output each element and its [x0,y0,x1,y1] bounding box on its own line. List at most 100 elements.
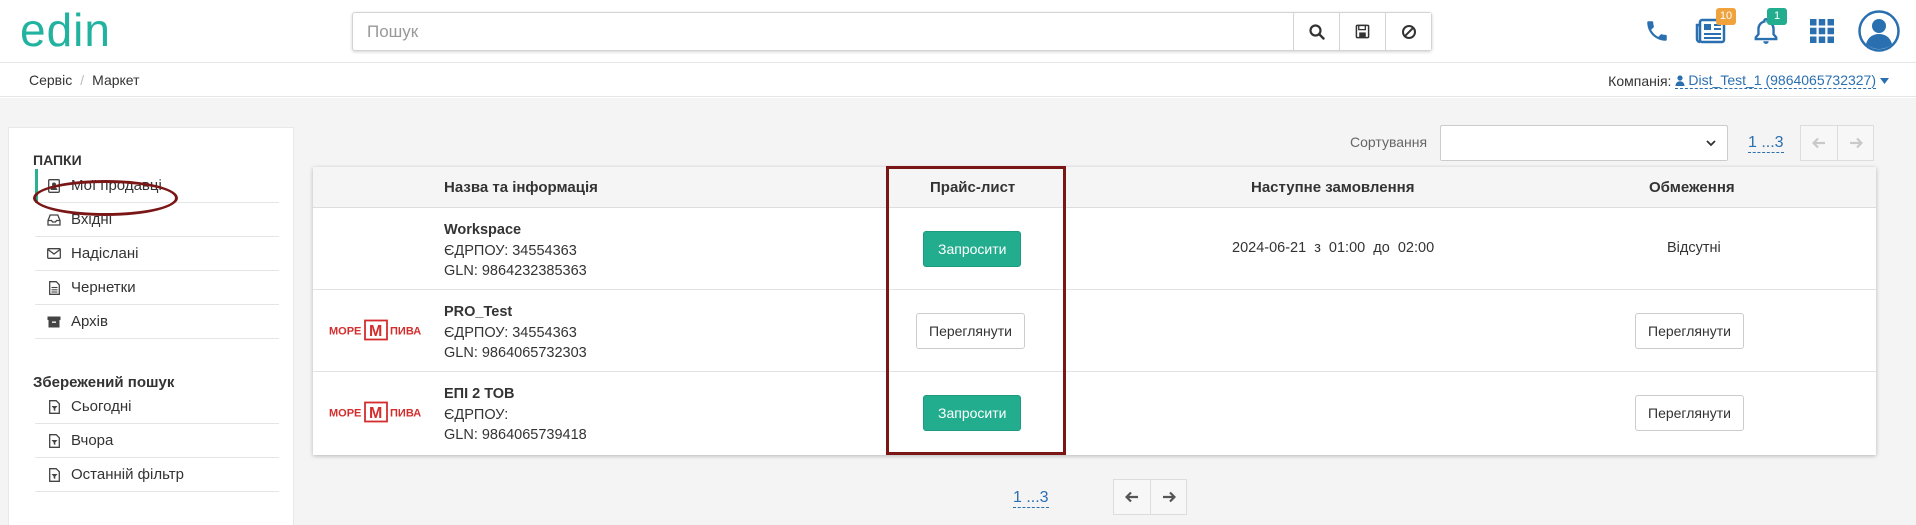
sidebar-item-inbox[interactable]: Вхідні [35,203,279,237]
chevron-down-icon [1706,140,1716,147]
company-name: Dist_Test_1 (9864065732327) [1688,72,1876,88]
next-page-button[interactable] [1837,126,1873,160]
seller-gln: GLN: 9864065739418 [444,427,587,443]
arrow-right-icon [1162,491,1176,503]
company-selector: Компанія: Dist_Test_1 (9864065732327) [1608,72,1889,89]
company-label: Компанія: [1608,72,1672,89]
sort-select[interactable] [1440,125,1728,161]
view-restrictions-button[interactable]: Переглянути [1635,313,1744,349]
pagination-pages-top[interactable]: 1 ...3 [1748,134,1784,153]
more-piva-logo: МОРЕ М ПИВА [329,319,421,341]
sort-label: Сортування [1350,134,1428,150]
arrow-right-icon [1849,137,1863,149]
seller-name: PRO_Test [444,304,513,320]
request-price-button[interactable]: Запросити [923,395,1022,431]
apps-button[interactable] [1805,14,1839,48]
notifications-button[interactable]: 1 [1749,8,1787,48]
breadcrumb: Сервіс / Маркет [29,72,140,88]
clear-search-button[interactable] [1385,13,1431,50]
seller-edrpou: ЄДРПОУ: 34554363 [444,242,577,259]
arrow-left-icon [1125,491,1138,503]
prev-page-button[interactable] [1114,480,1150,514]
user-avatar-icon [1858,10,1900,52]
breadcrumb-item-service[interactable]: Сервіс [29,72,72,88]
seller-name: ЕПІ 2 ТОВ [444,386,515,402]
grid-apps-icon [1810,19,1834,43]
phone-icon [1647,21,1667,41]
top-bar: edin 10 1 [0,0,1916,63]
search-input[interactable] [353,13,1293,50]
seller-logo: МОРЕ М ПИВА [329,319,425,345]
sidebar-item-yesterday[interactable]: Вчора [35,424,279,458]
more-piva-logo: МОРЕ М ПИВА [329,401,421,423]
column-header-restrictions: Обмеження [1649,179,1735,196]
seller-info: ЕПІ 2 ТОВ ЄДРПОУ: GLN: 9864065739418 [444,384,587,446]
save-search-button[interactable] [1339,13,1385,50]
svg-text:МОРЕ: МОРЕ [329,408,361,420]
sidebar: ПАПКИ Мої продавці Вхідні Надіслані Черн… [8,127,294,525]
seller-info: PRO_Test ЄДРПОУ: 34554363 GLN: 986406573… [444,302,587,364]
notifications-badge: 1 [1767,8,1787,25]
sidebar-item-label: Чернетки [71,279,136,296]
ban-icon [1401,24,1416,39]
folders-heading: ПАПКИ [33,152,82,168]
view-restrictions-button[interactable]: Переглянути [1635,395,1744,431]
floppy-disk-icon [1355,24,1370,39]
column-header-next-order: Наступне замовлення [1251,179,1415,196]
search-bar [352,12,1432,51]
search-icon [1308,23,1325,40]
request-price-button[interactable]: Запросити [923,231,1022,267]
next-page-button[interactable] [1150,480,1186,514]
prev-page-button[interactable] [1801,126,1837,160]
filter-doc-icon [47,433,61,448]
svg-text:М: М [369,405,382,422]
filter-doc-icon [47,399,61,414]
arrow-left-icon [1812,137,1825,149]
table-row: МОРЕ М ПИВА ЕПІ 2 ТОВ ЄДРПОУ: GLN: 98640… [313,372,1876,454]
seller-edrpou: ЄДРПОУ: [444,406,509,423]
sidebar-item-label: Надіслані [71,245,139,262]
user-icon [1675,74,1685,86]
pagination-arrows-top [1800,125,1874,161]
sidebar-item-label: Вчора [71,432,114,449]
envelope-icon [47,247,61,261]
sidebar-item-drafts[interactable]: Чернетки [35,271,279,305]
svg-text:М: М [369,323,382,340]
table-header: Назва та інформація Прайс-лист Наступне … [313,167,1876,208]
company-dropdown[interactable]: Dist_Test_1 (9864065732327) [1675,72,1876,89]
table-row: МОРЕ М ПИВА PRO_Test ЄДРПОУ: 34554363 GL… [313,290,1876,372]
user-avatar-button[interactable] [1857,9,1901,53]
filter-doc-icon [47,467,61,482]
breadcrumb-separator: / [80,72,85,88]
documents-button[interactable]: 10 [1694,8,1736,48]
sidebar-item-label: Останній фільтр [71,466,184,483]
breadcrumb-item-market: Маркет [92,72,140,88]
edin-logo[interactable]: edin [20,10,160,54]
seller-name: Workspace [444,222,522,238]
column-header-price-list: Прайс-лист [930,179,1016,196]
breadcrumb-bar: Сервіс / Маркет Компанія: Dist_Test_1 (9… [0,63,1916,97]
sidebar-item-sent[interactable]: Надіслані [35,237,279,271]
sidebar-item-label: Вхідні [71,211,113,228]
seller-info: Workspace ЄДРПОУ: 34554363 GLN: 98642323… [444,220,587,282]
inbox-icon [47,213,61,227]
documents-badge: 10 [1716,8,1736,25]
sidebar-item-archive[interactable]: Архів [35,305,279,339]
sidebar-item-label: Сьогодні [71,398,132,415]
pagination-pages-bottom[interactable]: 1 ...3 [1013,489,1049,508]
document-icon [47,280,61,295]
pagination-arrows-bottom [1113,479,1187,515]
seller-logo: МОРЕ М ПИВА [329,401,425,427]
sidebar-item-my-sellers[interactable]: Мої продавці [35,169,279,203]
search-button[interactable] [1293,13,1339,50]
svg-text:МОРЕ: МОРЕ [329,326,361,338]
view-price-button[interactable]: Переглянути [916,313,1025,349]
sidebar-item-today[interactable]: Сьогодні [35,390,279,424]
sidebar-item-last-filter[interactable]: Останній фільтр [35,458,279,492]
sidebar-item-label: Архів [71,313,108,330]
seller-gln: GLN: 9864065732303 [444,345,587,361]
caret-down-icon[interactable] [1880,77,1889,84]
column-header-name: Назва та інформація [444,179,598,196]
archive-icon [47,315,61,329]
phone-button[interactable] [1640,14,1674,48]
